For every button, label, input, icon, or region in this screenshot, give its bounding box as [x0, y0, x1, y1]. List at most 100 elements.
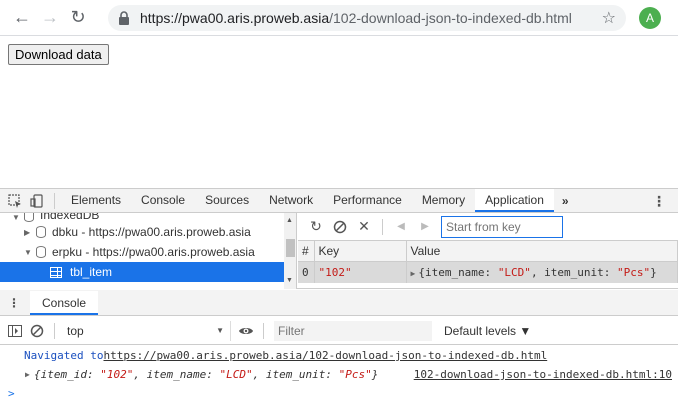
toolbar-divider: [54, 192, 55, 209]
expand-triangle-icon[interactable]: ▶: [411, 269, 416, 278]
tree-item-dbku[interactable]: ▶ dbku - https://pwa00.aris.proweb.asia: [0, 222, 296, 242]
reload-icon[interactable]: ↻: [64, 4, 92, 32]
forward-arrow-icon[interactable]: →: [36, 4, 64, 32]
table-row[interactable]: 0 "102" ▶ {item_name: "LCD", item_unit: "…: [298, 261, 678, 283]
show-sidebar-icon[interactable]: [4, 320, 26, 342]
expanded-triangle-icon: ▼: [24, 247, 32, 257]
expand-triangle-icon[interactable]: ▶: [25, 370, 30, 379]
drawer-tabbar: ⋮ Console: [0, 290, 678, 316]
tab-sources[interactable]: Sources: [195, 189, 259, 212]
console-filter-input[interactable]: [274, 320, 432, 341]
console-prompt-line[interactable]: >: [0, 384, 678, 403]
previous-page-icon[interactable]: ◀: [389, 215, 413, 239]
browser-toolbar: ← → ↻ https://pwa00.aris.proweb.asia/102…: [0, 0, 678, 36]
log-levels-dropdown[interactable]: Default levels ▼: [444, 324, 531, 338]
database-icon: [36, 246, 46, 258]
toolbar-divider: [54, 322, 55, 339]
toolbar-divider: [263, 322, 264, 339]
log-text: }: [371, 368, 379, 381]
back-arrow-icon[interactable]: ←: [8, 4, 36, 32]
tree-item-erpku[interactable]: ▼ erpku - https://pwa00.aris.proweb.asia: [0, 242, 296, 262]
console-toolbar: top ▼ Default levels ▼: [0, 317, 678, 345]
expanded-triangle-icon: ▼: [12, 213, 20, 222]
refresh-icon[interactable]: ↻: [304, 215, 328, 239]
drawer-tab-console[interactable]: Console: [30, 290, 99, 315]
tab-application[interactable]: Application: [475, 189, 554, 212]
tree-label: IndexedDB: [40, 213, 100, 222]
tree-label: tbl_item: [70, 265, 113, 279]
url-host: https://pwa00.aris.proweb.asia: [140, 10, 330, 26]
col-header-key[interactable]: Key: [314, 241, 407, 262]
console-prompt-icon: >: [8, 387, 15, 400]
log-text: item_id:: [40, 368, 101, 381]
scroll-up-icon[interactable]: ▲: [286, 217, 293, 224]
bookmark-star-icon[interactable]: ☆: [602, 8, 616, 28]
log-source-link[interactable]: 102-download-json-to-indexed-db.html:10: [414, 368, 672, 381]
clear-object-store-icon[interactable]: [328, 215, 352, 239]
value-string: "LCD": [497, 265, 531, 279]
console-output: Navigated to https://pwa00.aris.proweb.a…: [0, 346, 678, 405]
tab-network[interactable]: Network: [259, 189, 323, 212]
idb-toolbar: ↻ ✕ ◀ ▶: [298, 213, 678, 241]
collapsed-triangle-icon: ▶: [24, 227, 31, 237]
value-text: }: [650, 265, 657, 279]
tab-elements[interactable]: Elements: [61, 189, 131, 212]
row-key: "102": [314, 261, 407, 283]
table-header-row: # Key Value: [298, 241, 678, 262]
col-header-value[interactable]: Value: [406, 241, 678, 262]
navigated-url-link[interactable]: https://pwa00.aris.proweb.asia/102-downl…: [103, 349, 547, 362]
start-from-key-input[interactable]: [441, 215, 563, 238]
toolbar-divider: [382, 218, 383, 235]
log-string: "102": [100, 368, 134, 381]
row-value[interactable]: ▶ {item_name: "LCD", item_unit: "Pcs"}: [406, 261, 678, 283]
device-toolbar-icon[interactable]: [26, 190, 48, 212]
context-value: top: [67, 323, 84, 338]
tree-item-tbl-item[interactable]: tbl_item: [0, 262, 296, 282]
profile-avatar[interactable]: A: [639, 7, 661, 29]
nav-text: Navigated to: [24, 349, 104, 362]
value-string: "Pcs": [617, 265, 651, 279]
application-panel: ▼ IndexedDB ▶ dbku - https://pwa00.aris.pr…: [0, 213, 678, 289]
next-page-icon[interactable]: ▶: [413, 215, 437, 239]
more-tabs-button[interactable]: »: [554, 194, 577, 208]
address-bar[interactable]: https://pwa00.aris.proweb.asia/102-downl…: [108, 5, 626, 31]
inspect-element-icon[interactable]: [4, 190, 26, 212]
clear-console-icon[interactable]: [26, 320, 48, 342]
value-text: , item_unit:: [530, 265, 618, 279]
idb-entries-table: # Key Value 0 "102" ▶ {item_name: "LCD", …: [298, 241, 678, 283]
row-index: 0: [298, 261, 315, 283]
tab-console[interactable]: Console: [131, 189, 195, 212]
console-log-entry[interactable]: ▶ {item_id: "102", item_name: "LCD", ite…: [0, 365, 678, 384]
tree-label: dbku - https://pwa00.aris.proweb.asia: [52, 225, 251, 239]
devtools-menu-icon[interactable]: ⋮: [652, 193, 666, 210]
scrollbar-thumb[interactable]: [286, 239, 295, 257]
log-object: {item_id: "102", item_name: "LCD", item_…: [34, 368, 378, 381]
database-icon: [24, 213, 34, 222]
tree-item-indexeddb[interactable]: ▼ IndexedDB: [0, 213, 296, 222]
live-expression-eye-icon[interactable]: [235, 320, 257, 342]
database-icon: [36, 226, 46, 238]
log-text: , item_unit:: [252, 368, 339, 381]
storage-tree: ▼ IndexedDB ▶ dbku - https://pwa00.aris.pr…: [0, 213, 297, 289]
execution-context-select[interactable]: top ▼: [61, 320, 231, 341]
tab-memory[interactable]: Memory: [412, 189, 475, 212]
tree-label: erpku - https://pwa00.aris.proweb.asia: [52, 245, 255, 259]
tab-performance[interactable]: Performance: [323, 189, 412, 212]
col-header-index[interactable]: #: [298, 241, 315, 262]
tree-scrollbar[interactable]: ▲ ▼: [284, 213, 296, 289]
lock-icon: [119, 11, 129, 25]
value-text: {item_name:: [418, 265, 498, 279]
chevron-down-icon: ▼: [216, 326, 224, 335]
log-string: "Pcs": [338, 368, 372, 381]
download-data-button[interactable]: Download data: [8, 44, 109, 65]
delete-selected-icon[interactable]: ✕: [352, 215, 376, 239]
log-text: {: [34, 368, 41, 381]
devtools-tabbar: Elements Console Sources Network Perform…: [0, 188, 678, 213]
log-text: , item_name:: [133, 368, 220, 381]
indexeddb-data-view: ↻ ✕ ◀ ▶ # Key Value 0 "102" ▶{item_name:…: [298, 213, 678, 289]
url-path: /102-download-json-to-indexed-db.html: [329, 10, 572, 26]
scroll-down-icon[interactable]: ▼: [286, 277, 293, 284]
drawer-menu-icon[interactable]: ⋮: [4, 296, 24, 310]
console-navigation-message: Navigated to https://pwa00.aris.proweb.a…: [0, 346, 678, 365]
table-icon: [50, 266, 62, 278]
